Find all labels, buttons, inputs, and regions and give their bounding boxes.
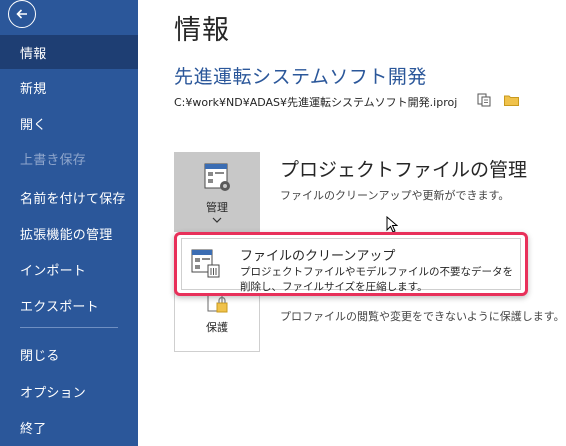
protect-tile-label: 保護 xyxy=(206,321,228,334)
sidebar-item-close[interactable]: 閉じる xyxy=(0,337,138,371)
sidebar-item-label: 閉じる xyxy=(20,348,60,364)
sidebar-item-export[interactable]: エクスポート xyxy=(0,288,138,322)
sidebar-item-label: 終了 xyxy=(20,421,47,437)
manage-project-icon xyxy=(204,163,230,191)
back-button[interactable] xyxy=(8,0,36,28)
sidebar-item-label: 情報 xyxy=(20,46,47,62)
sidebar-item-label: 新規 xyxy=(20,81,47,97)
cleanup-title: ファイルのクリーンアップ xyxy=(240,249,396,264)
manage-button[interactable]: 管理 xyxy=(174,152,260,232)
chevron-down-icon xyxy=(212,217,222,223)
sidebar-item-exit[interactable]: 終了 xyxy=(0,410,138,444)
cleanup-menu-item[interactable]: ファイルのクリーンアップ プロジェクトファイルやモデルファイルの不要なデータを削… xyxy=(174,232,528,296)
document-title: 先進運転システムソフト開発 xyxy=(174,66,427,88)
backstage-main: 情報 先進運転システムソフト開発 C:¥work¥ND¥ADAS¥先進運転システ… xyxy=(138,0,566,446)
copy-path-icon[interactable] xyxy=(477,93,491,107)
sidebar-item-label: 名前を付けて保存 xyxy=(20,191,126,207)
page-title: 情報 xyxy=(174,15,230,46)
sidebar-item-info[interactable]: 情報 xyxy=(0,35,138,69)
lock-icon xyxy=(207,294,228,313)
document-path: C:¥work¥ND¥ADAS¥先進運転システムソフト開発.iproj xyxy=(174,96,458,109)
sidebar-item-options[interactable]: オプション xyxy=(0,374,138,408)
sidebar-item-import[interactable]: インポート xyxy=(0,252,138,286)
sidebar-item-new[interactable]: 新規 xyxy=(0,70,138,104)
sidebar-item-label: 開く xyxy=(20,117,47,133)
back-arrow-icon xyxy=(16,9,27,19)
sidebar-item-label: 拡張機能の管理 xyxy=(20,227,113,243)
sidebar-item-label: インポート xyxy=(20,263,87,279)
sidebar-item-open[interactable]: 開く xyxy=(0,106,138,140)
sidebar-item-save: 上書き保存 xyxy=(0,141,138,175)
sidebar-item-label: エクスポート xyxy=(20,299,99,315)
protect-description: プロファイルの閲覧や変更をできないように保護します。 xyxy=(280,310,565,323)
backstage-sidebar: 情報 新規 開く 上書き保存 名前を付けて保存 拡張機能の管理 インポート エク… xyxy=(0,0,138,446)
sidebar-item-label: オプション xyxy=(20,385,87,401)
open-folder-icon[interactable] xyxy=(504,94,519,106)
file-cleanup-icon xyxy=(191,249,220,278)
cleanup-description: プロジェクトファイルやモデルファイルの不要なデータを削除し、ファイルサイズを圧縮… xyxy=(240,266,513,293)
manage-heading: プロジェクトファイルの管理 xyxy=(280,159,528,181)
sidebar-item-label: 上書き保存 xyxy=(20,152,87,168)
cleanup-menu-panel: ファイルのクリーンアップ プロジェクトファイルやモデルファイルの不要なデータを削… xyxy=(181,238,521,293)
sidebar-item-save-as[interactable]: 名前を付けて保存 xyxy=(0,180,138,214)
sidebar-item-extensions[interactable]: 拡張機能の管理 xyxy=(0,216,138,250)
sidebar-divider xyxy=(20,327,118,328)
manage-tile-label: 管理 xyxy=(206,201,228,214)
manage-description: ファイルのクリーンアップや更新ができます。 xyxy=(280,189,510,202)
